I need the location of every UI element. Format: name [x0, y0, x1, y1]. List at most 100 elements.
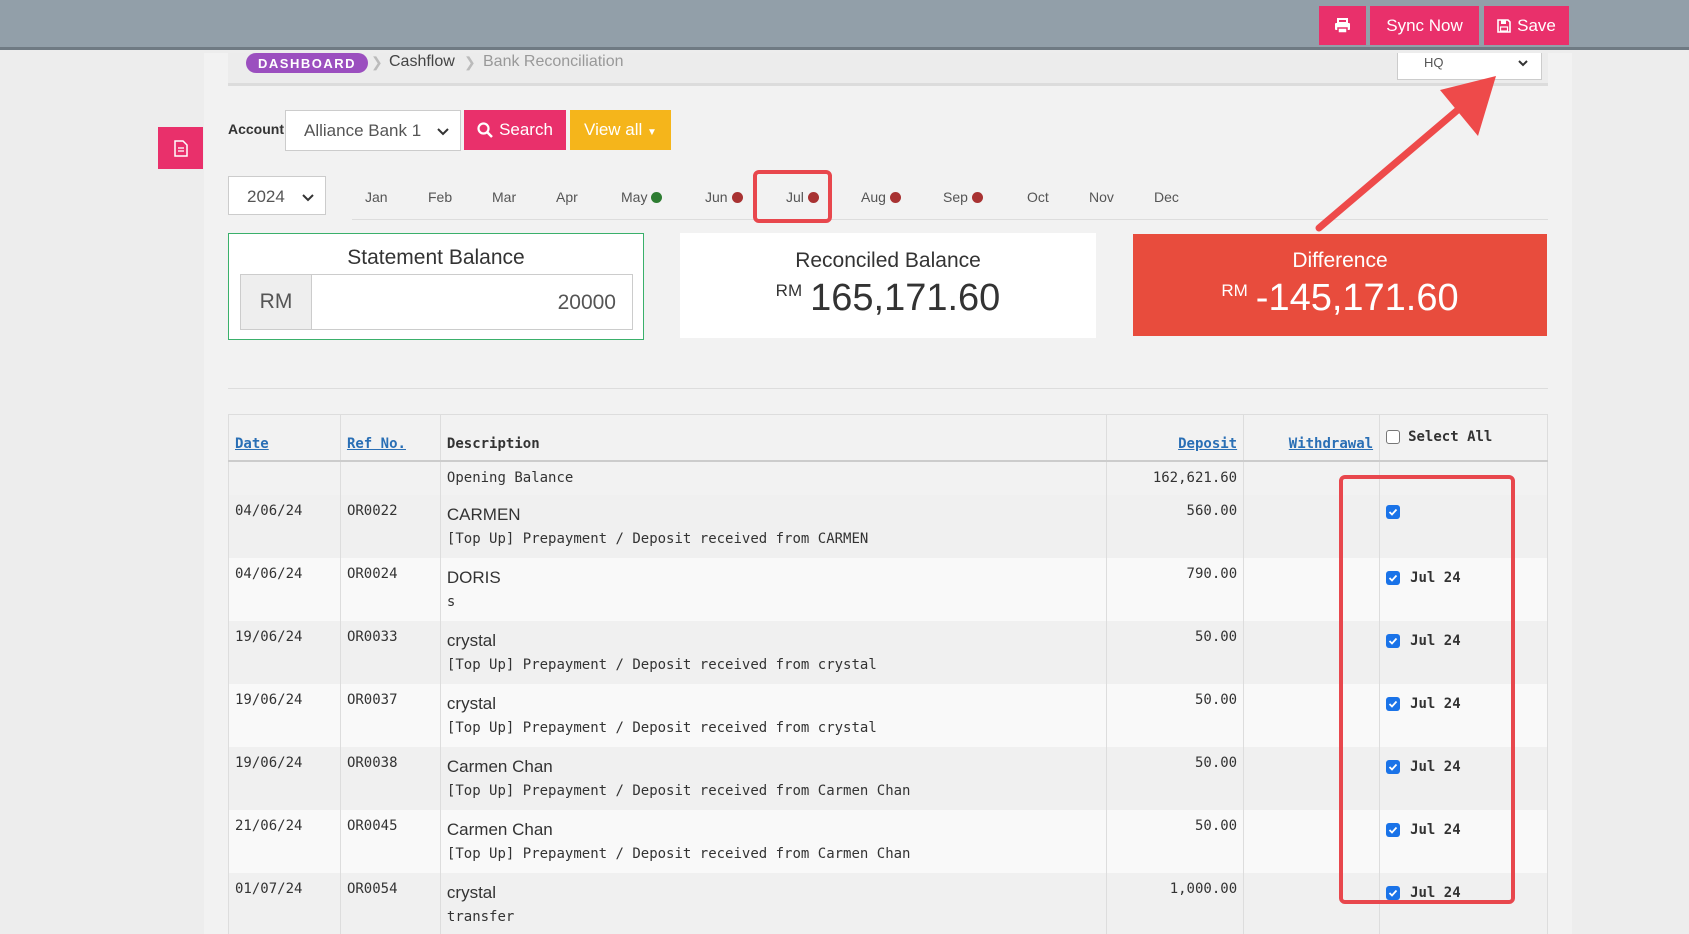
breadcrumb-dashboard[interactable]: DASHBOARD [246, 53, 368, 73]
sort-date-link[interactable]: Date [235, 436, 269, 452]
statement-balance-input[interactable]: 20000 [311, 274, 633, 330]
print-button[interactable] [1319, 6, 1366, 45]
cell-deposit: 50.00 [1106, 620, 1245, 684]
cell-date: 19/06/24 [228, 746, 341, 810]
printer-icon [1335, 17, 1350, 34]
sort-ref-link[interactable]: Ref No. [347, 436, 406, 452]
tab-month-label: May [621, 189, 648, 205]
tab-month-sep[interactable]: Sep [943, 189, 983, 205]
cell-description: CARMEN [Top Up] Prepayment / Deposit rece… [439, 494, 1108, 558]
cell-description: Carmen Chan [Top Up] Prepayment / Deposit… [439, 746, 1108, 810]
status-dot-icon [889, 191, 901, 203]
tab-month-apr[interactable]: Apr [556, 189, 578, 205]
tab-month-label: Dec [1154, 189, 1179, 205]
tab-month-jan[interactable]: Jan [365, 189, 388, 205]
tab-month-label: Jun [705, 189, 728, 205]
payer-name: crystal [446, 630, 497, 650]
cell-date: 21/06/24 [228, 809, 341, 873]
year-select[interactable]: 2024 [228, 176, 326, 215]
sort-deposit-link[interactable]: Deposit [1178, 436, 1237, 452]
tab-month-label: Nov [1089, 189, 1114, 205]
top-toolbar: Sync Now Save [0, 0, 1689, 50]
difference-title: Difference [1292, 249, 1388, 272]
breadcrumb-current: Bank Reconciliation [483, 53, 624, 70]
view-all-dropdown-button[interactable]: View all ▼ [570, 110, 671, 150]
account-label: Account [228, 121, 284, 137]
save-label: Save [1517, 15, 1556, 35]
search-label: Search [499, 120, 553, 139]
description-detail: transfer [446, 908, 515, 925]
cell-description: DORIS s [439, 557, 1108, 621]
cell-ref: OR0022 [339, 494, 441, 558]
search-icon [477, 122, 493, 138]
annotation-highlight-month [753, 170, 832, 223]
tab-month-dec[interactable]: Dec [1154, 189, 1179, 205]
annotation-arrow-icon [1315, 76, 1496, 232]
currency-label: RM [775, 281, 803, 300]
tab-month-jun[interactable]: Jun [705, 189, 743, 205]
tab-month-aug[interactable]: Aug [861, 189, 901, 205]
col-date: Date [228, 414, 341, 462]
opening-balance-deposit: 162,621.60 [1106, 460, 1245, 495]
opening-balance-label: Opening Balance [439, 460, 1108, 495]
status-dot-icon [651, 191, 663, 203]
col-ref: Ref No. [339, 414, 441, 462]
report-side-button[interactable] [158, 127, 203, 169]
description-detail: [Top Up] Prepayment / Deposit received f… [446, 719, 877, 736]
description-detail: [Top Up] Prepayment / Deposit received f… [446, 782, 911, 799]
cell-ref: OR0045 [339, 809, 441, 873]
tab-month-oct[interactable]: Oct [1027, 189, 1049, 205]
cell-description: crystal [Top Up] Prepayment / Deposit rec… [439, 620, 1108, 684]
status-dot-icon [731, 191, 743, 203]
select-all-checkbox[interactable] [1386, 430, 1401, 445]
tab-month-label: Apr [556, 189, 578, 205]
sync-now-label: Sync Now [1386, 15, 1463, 35]
description-detail: [Top Up] Prepayment / Deposit received f… [446, 656, 877, 673]
account-select[interactable]: Alliance Bank 1 [285, 110, 461, 151]
col-select: Select All [1379, 414, 1548, 462]
tab-month-label: Aug [861, 189, 886, 205]
payer-name: Carmen Chan [446, 819, 553, 839]
cell-deposit: 50.00 [1106, 683, 1245, 747]
tab-month-label: Mar [492, 189, 517, 205]
divider [228, 388, 1548, 389]
breadcrumb-chevron-icon: ❯ [464, 54, 476, 70]
cell-ref: OR0024 [339, 557, 441, 621]
cell-date: 04/06/24 [228, 494, 341, 558]
cell-date: 19/06/24 [228, 683, 341, 747]
tab-month-may[interactable]: May [621, 189, 663, 205]
currency-addon: RM [240, 274, 312, 330]
tab-month-nov[interactable]: Nov [1089, 189, 1114, 205]
tab-month-label: Feb [428, 189, 453, 205]
annotation-highlight-column [1339, 475, 1515, 904]
sync-now-button[interactable]: Sync Now [1370, 6, 1479, 45]
save-button[interactable]: Save [1484, 6, 1569, 45]
payer-name: CARMEN [446, 504, 521, 524]
statement-balance-title: Statement Balance [347, 246, 525, 269]
payer-name: crystal [446, 882, 497, 902]
reconciled-balance-card: Reconciled Balance RM 165,171.60 [680, 233, 1096, 338]
view-all-label: View all [584, 120, 643, 139]
tab-month-feb[interactable]: Feb [428, 189, 452, 205]
statement-balance-card: Statement Balance RM 20000 [228, 233, 644, 340]
breadcrumb-cashflow[interactable]: Cashflow [389, 53, 455, 71]
account-value: Alliance Bank 1 [304, 121, 422, 140]
cell-description: crystal [Top Up] Prepayment / Deposit rec… [439, 683, 1108, 747]
sort-withdrawal-link[interactable]: Withdrawal [1289, 436, 1373, 452]
cell-ref: OR0038 [339, 746, 441, 810]
tab-month-label: Oct [1027, 189, 1049, 205]
description-detail: [Top Up] Prepayment / Deposit received f… [446, 530, 869, 547]
select-all-label: Select All [1408, 429, 1493, 446]
description-detail: s [446, 593, 456, 610]
payer-name: Carmen Chan [446, 756, 553, 776]
reconciled-balance-title: Reconciled Balance [795, 249, 981, 272]
tab-month-mar[interactable]: Mar [492, 189, 516, 205]
col-description: Description [439, 414, 1108, 462]
cell-deposit: 50.00 [1106, 809, 1245, 873]
search-button[interactable]: Search [464, 110, 566, 150]
chevron-down-icon [302, 194, 314, 202]
cell-description: crystal transfer [439, 872, 1108, 934]
breadcrumb-chevron-icon: ❯ [371, 54, 383, 70]
year-value: 2024 [247, 187, 285, 206]
caret-down-icon: ▼ [647, 127, 657, 138]
